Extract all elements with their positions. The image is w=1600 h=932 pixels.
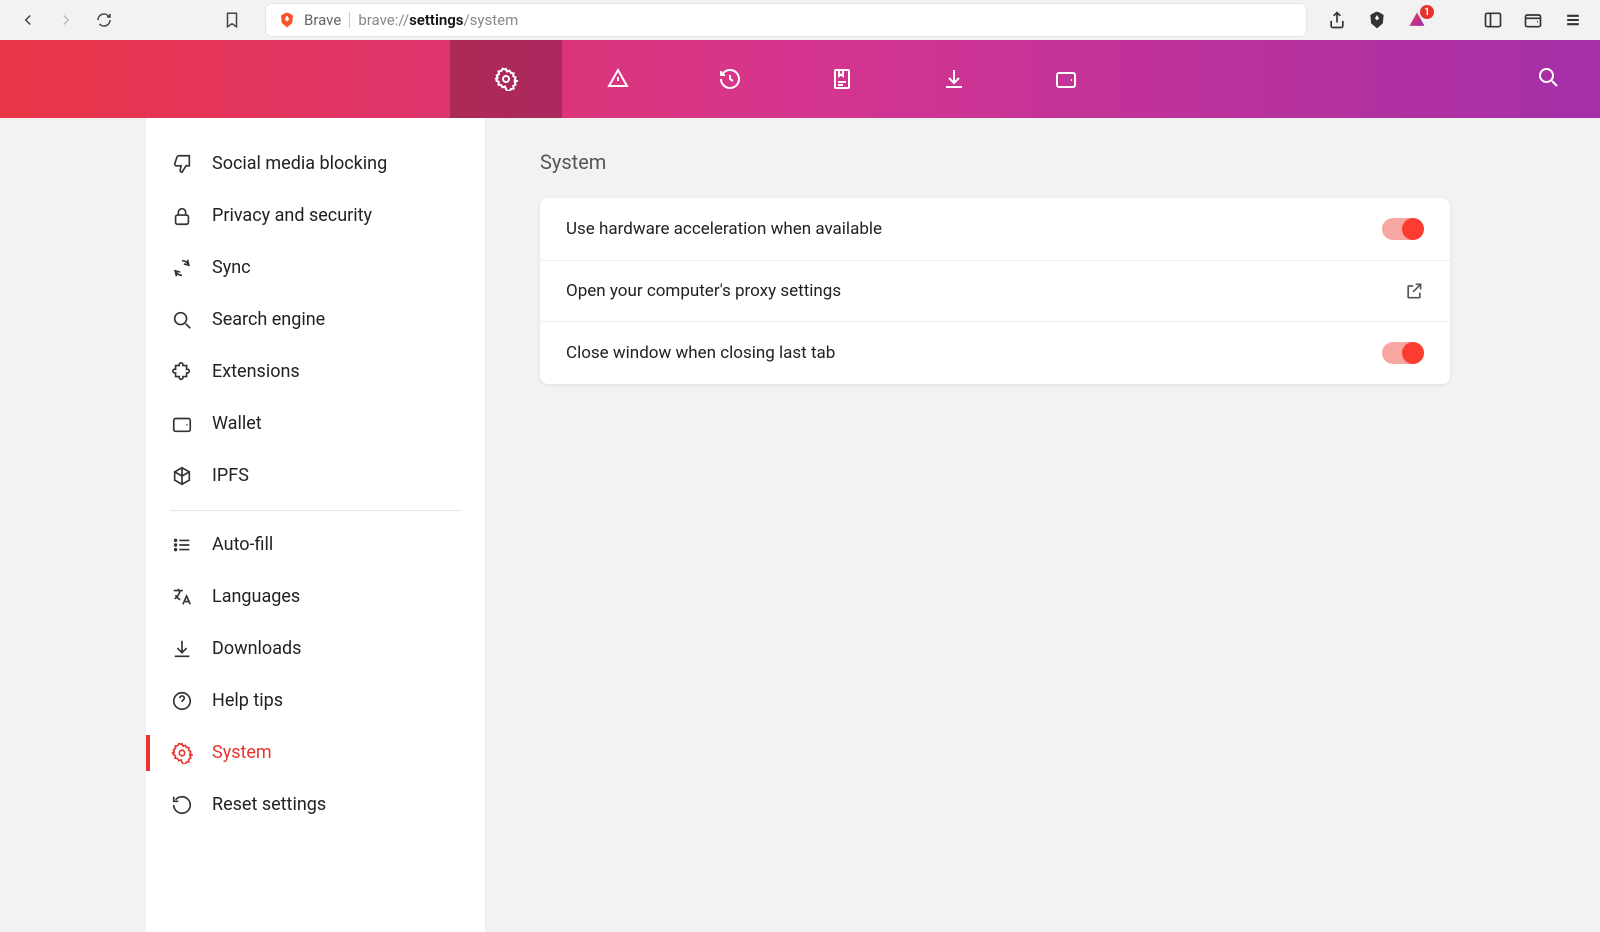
sidebar-item-label: System bbox=[212, 741, 272, 764]
sidebar-item-label: Help tips bbox=[212, 689, 283, 712]
back-button[interactable] bbox=[14, 6, 42, 34]
setting-label: Close window when closing last tab bbox=[566, 343, 835, 363]
brave-lion-icon bbox=[278, 11, 296, 29]
content: Social media blocking Privacy and securi… bbox=[0, 118, 1600, 932]
sidebar-item-privacy-security[interactable]: Privacy and security bbox=[146, 190, 485, 242]
header-shields-tab[interactable] bbox=[562, 40, 674, 118]
sidebar-item-label: Languages bbox=[212, 585, 300, 608]
settings-card: Use hardware acceleration when available… bbox=[540, 198, 1450, 384]
reload-button[interactable] bbox=[90, 6, 118, 34]
sidebar-item-auto-fill[interactable]: Auto-fill bbox=[146, 519, 485, 571]
sidebar-toggle-button[interactable] bbox=[1480, 7, 1506, 33]
header-history-tab[interactable] bbox=[674, 40, 786, 118]
sidebar-item-label: Auto-fill bbox=[212, 533, 273, 556]
header-search-button[interactable] bbox=[1536, 65, 1560, 93]
wallet-icon bbox=[170, 412, 194, 436]
header-wallet-tab[interactable] bbox=[1010, 40, 1122, 118]
sidebar-item-sync[interactable]: Sync bbox=[146, 242, 485, 294]
sidebar-item-wallet[interactable]: Wallet bbox=[146, 398, 485, 450]
sidebar-item-downloads[interactable]: Downloads bbox=[146, 623, 485, 675]
sidebar-item-label: Sync bbox=[212, 256, 251, 279]
sidebar-item-label: Downloads bbox=[212, 637, 301, 660]
sidebar-item-label: Reset settings bbox=[212, 793, 326, 816]
reset-icon bbox=[170, 793, 194, 817]
bookmark-button[interactable] bbox=[218, 6, 246, 34]
sync-icon bbox=[170, 256, 194, 280]
forward-button[interactable] bbox=[52, 6, 80, 34]
external-link-icon bbox=[1404, 281, 1424, 301]
sidebar-item-label: Search engine bbox=[212, 308, 325, 331]
cube-icon bbox=[170, 464, 194, 488]
setting-close-last-tab: Close window when closing last tab bbox=[540, 322, 1450, 384]
url-source-label: Brave bbox=[304, 11, 341, 29]
sidebar-item-extensions[interactable]: Extensions bbox=[146, 346, 485, 398]
download-icon bbox=[170, 637, 194, 661]
page-title: System bbox=[540, 150, 1546, 174]
header-bookmarks-tab[interactable] bbox=[786, 40, 898, 118]
header-downloads-tab[interactable] bbox=[898, 40, 1010, 118]
share-button[interactable] bbox=[1324, 7, 1350, 33]
settings-sidebar: Social media blocking Privacy and securi… bbox=[146, 118, 486, 932]
main-content: System Use hardware acceleration when av… bbox=[486, 118, 1600, 932]
puzzle-icon bbox=[170, 360, 194, 384]
sidebar-item-reset-settings[interactable]: Reset settings bbox=[146, 779, 485, 831]
list-icon bbox=[170, 533, 194, 557]
sidebar-item-search-engine[interactable]: Search engine bbox=[146, 294, 485, 346]
sidebar-item-languages[interactable]: Languages bbox=[146, 571, 485, 623]
menu-button[interactable] bbox=[1560, 7, 1586, 33]
translate-icon bbox=[170, 585, 194, 609]
brave-rewards-button[interactable]: 1 bbox=[1404, 7, 1430, 33]
toggle-hardware-acceleration[interactable] bbox=[1382, 218, 1424, 240]
thumbs-down-icon bbox=[170, 152, 194, 176]
sidebar-item-label: Social media blocking bbox=[212, 152, 387, 175]
gear-icon bbox=[170, 741, 194, 765]
setting-hardware-acceleration: Use hardware acceleration when available bbox=[540, 198, 1450, 261]
sidebar-item-label: Wallet bbox=[212, 412, 262, 435]
sidebar-item-label: Privacy and security bbox=[212, 204, 372, 227]
sidebar-item-help-tips[interactable]: Help tips bbox=[146, 675, 485, 727]
brave-shields-button[interactable] bbox=[1364, 7, 1390, 33]
rewards-badge: 1 bbox=[1420, 5, 1434, 19]
sidebar-item-system[interactable]: System bbox=[146, 727, 485, 779]
setting-proxy[interactable]: Open your computer's proxy settings bbox=[540, 261, 1450, 322]
search-icon bbox=[170, 308, 194, 332]
sidebar-item-label: Extensions bbox=[212, 360, 300, 383]
setting-label: Open your computer's proxy settings bbox=[566, 281, 841, 301]
sidebar-divider bbox=[170, 510, 461, 511]
sidebar-item-social-media-blocking[interactable]: Social media blocking bbox=[146, 138, 485, 190]
help-circle-icon bbox=[170, 689, 194, 713]
header-settings-tab[interactable] bbox=[450, 40, 562, 118]
wallet-toolbar-button[interactable] bbox=[1520, 7, 1546, 33]
sidebar-item-label: IPFS bbox=[212, 464, 249, 487]
toggle-close-last-tab[interactable] bbox=[1382, 342, 1424, 364]
setting-label: Use hardware acceleration when available bbox=[566, 219, 882, 239]
browser-toolbar: Brave brave://settings/system 1 bbox=[0, 0, 1600, 40]
lock-icon bbox=[170, 204, 194, 228]
url-bar[interactable]: Brave brave://settings/system bbox=[266, 4, 1306, 36]
url-divider bbox=[349, 12, 350, 28]
settings-header bbox=[0, 40, 1600, 118]
url-text: brave://settings/system bbox=[358, 11, 518, 29]
sidebar-item-ipfs[interactable]: IPFS bbox=[146, 450, 485, 502]
